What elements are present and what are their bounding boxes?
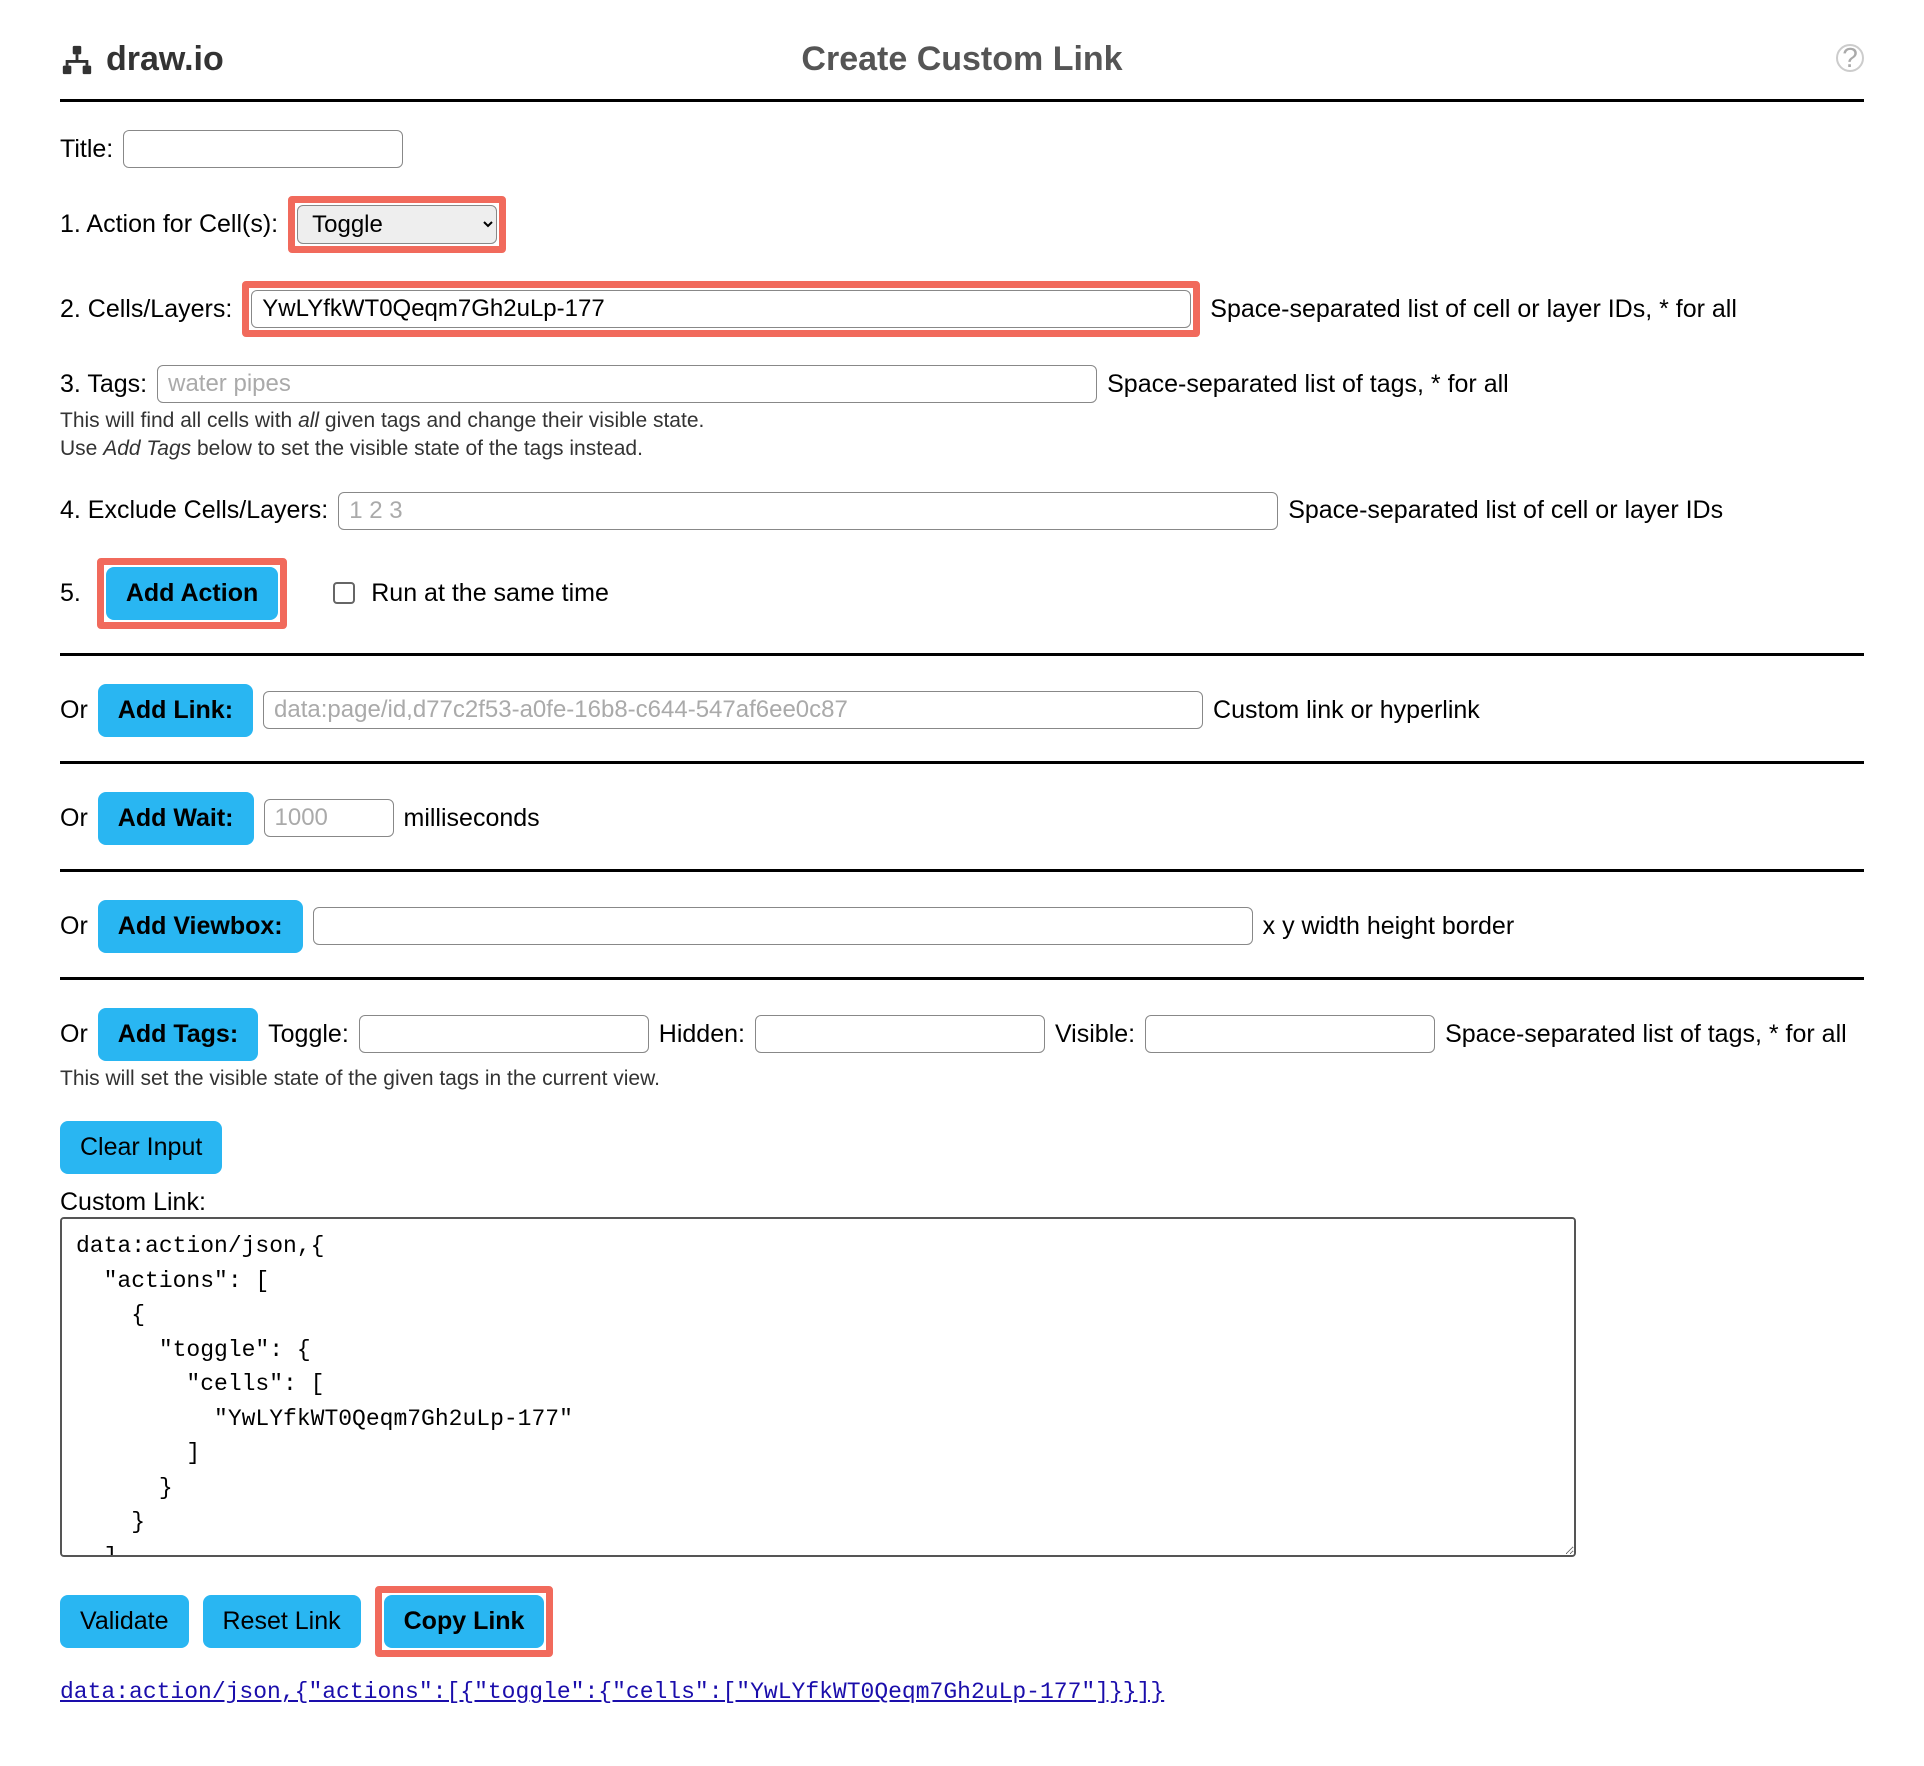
- brand-logo: draw.io: [60, 40, 224, 79]
- action-select[interactable]: Toggle: [297, 205, 497, 244]
- tags-toggle-input[interactable]: [359, 1015, 649, 1053]
- add-link-input[interactable]: [263, 691, 1203, 729]
- brand-text: draw.io: [106, 40, 224, 79]
- separator: [60, 761, 1864, 764]
- hidden-label: Hidden:: [659, 1020, 745, 1049]
- add-viewbox-button[interactable]: Add Viewbox:: [98, 900, 303, 953]
- title-input[interactable]: [123, 130, 403, 168]
- step5-highlight: Add Action: [97, 558, 287, 629]
- header: draw.io Create Custom Link ?: [60, 40, 1864, 102]
- step4-label: 4. Exclude Cells/Layers:: [60, 496, 328, 525]
- tags-visible-input[interactable]: [1145, 1015, 1435, 1053]
- page-title: Create Custom Link: [801, 40, 1122, 79]
- add-viewbox-input[interactable]: [313, 907, 1253, 945]
- addviewbox-hint: x y width height border: [1263, 912, 1515, 941]
- cells-layers-input[interactable]: [251, 290, 1191, 328]
- copy-link-button[interactable]: Copy Link: [384, 1595, 545, 1648]
- step5-label: 5.: [60, 579, 81, 608]
- step1-label: 1. Action for Cell(s):: [60, 210, 278, 239]
- exclude-input[interactable]: [338, 492, 1278, 530]
- tags-hidden-input[interactable]: [755, 1015, 1045, 1053]
- addtags-row: Or Add Tags: Toggle: Hidden: Visible: Sp…: [60, 1008, 1864, 1061]
- addtags-hint-right: Space-separated list of tags, * for all: [1445, 1020, 1847, 1049]
- addlink-row: Or Add Link: Custom link or hyperlink: [60, 684, 1864, 737]
- step2-label: 2. Cells/Layers:: [60, 295, 232, 324]
- addlink-hint: Custom link or hyperlink: [1213, 696, 1480, 725]
- separator: [60, 869, 1864, 872]
- addwait-unit: milliseconds: [404, 804, 540, 833]
- separator: [60, 977, 1864, 980]
- custom-link-textarea[interactable]: [60, 1217, 1576, 1557]
- clear-row: Clear Input: [60, 1121, 1864, 1174]
- clear-input-button[interactable]: Clear Input: [60, 1121, 222, 1174]
- step4-row: 4. Exclude Cells/Layers: Space-separated…: [60, 492, 1864, 530]
- reset-link-button[interactable]: Reset Link: [203, 1595, 361, 1648]
- validate-button[interactable]: Validate: [60, 1595, 189, 1648]
- step3-label: 3. Tags:: [60, 370, 147, 399]
- add-wait-button[interactable]: Add Wait:: [98, 792, 254, 845]
- same-time-checkbox[interactable]: [333, 582, 355, 604]
- addtags-hint-below: This will set the visible state of the g…: [60, 1065, 1864, 1093]
- step1-row: 1. Action for Cell(s): Toggle: [60, 196, 1864, 253]
- drawio-icon: [60, 43, 94, 77]
- same-time-label: Run at the same time: [371, 579, 609, 608]
- step5-row: 5. Add Action Run at the same time: [60, 558, 1864, 629]
- add-tags-button[interactable]: Add Tags:: [98, 1008, 258, 1061]
- help-icon[interactable]: ?: [1836, 44, 1864, 72]
- addwait-row: Or Add Wait: milliseconds: [60, 792, 1864, 845]
- result-link[interactable]: data:action/json,{"actions":[{"toggle":{…: [60, 1679, 1164, 1705]
- title-row: Title:: [60, 130, 1864, 168]
- step2-row: 2. Cells/Layers: Space-separated list of…: [60, 281, 1864, 337]
- or-label: Or: [60, 1020, 88, 1049]
- or-label: Or: [60, 804, 88, 833]
- add-action-button[interactable]: Add Action: [106, 567, 278, 620]
- step3-hint-below: This will find all cells with all given …: [60, 407, 1864, 464]
- step1-highlight: Toggle: [288, 196, 506, 253]
- or-label: Or: [60, 696, 88, 725]
- step3-row: 3. Tags: Space-separated list of tags, *…: [60, 365, 1864, 403]
- custom-link-label-row: Custom Link:: [60, 1188, 1864, 1217]
- tags-input[interactable]: [157, 365, 1097, 403]
- or-label: Or: [60, 912, 88, 941]
- separator: [60, 653, 1864, 656]
- step3-hint-right: Space-separated list of tags, * for all: [1107, 370, 1509, 399]
- add-link-button[interactable]: Add Link:: [98, 684, 253, 737]
- addviewbox-row: Or Add Viewbox: x y width height border: [60, 900, 1864, 953]
- add-wait-input[interactable]: [264, 799, 394, 837]
- copy-highlight: Copy Link: [375, 1586, 554, 1657]
- custom-link-label: Custom Link:: [60, 1188, 206, 1217]
- bottom-buttons: Validate Reset Link Copy Link: [60, 1586, 1864, 1657]
- toggle-label: Toggle:: [268, 1020, 349, 1049]
- step2-highlight: [242, 281, 1200, 337]
- visible-label: Visible:: [1055, 1020, 1135, 1049]
- step2-hint: Space-separated list of cell or layer ID…: [1210, 295, 1737, 324]
- step4-hint: Space-separated list of cell or layer ID…: [1288, 496, 1723, 525]
- title-label: Title:: [60, 135, 113, 164]
